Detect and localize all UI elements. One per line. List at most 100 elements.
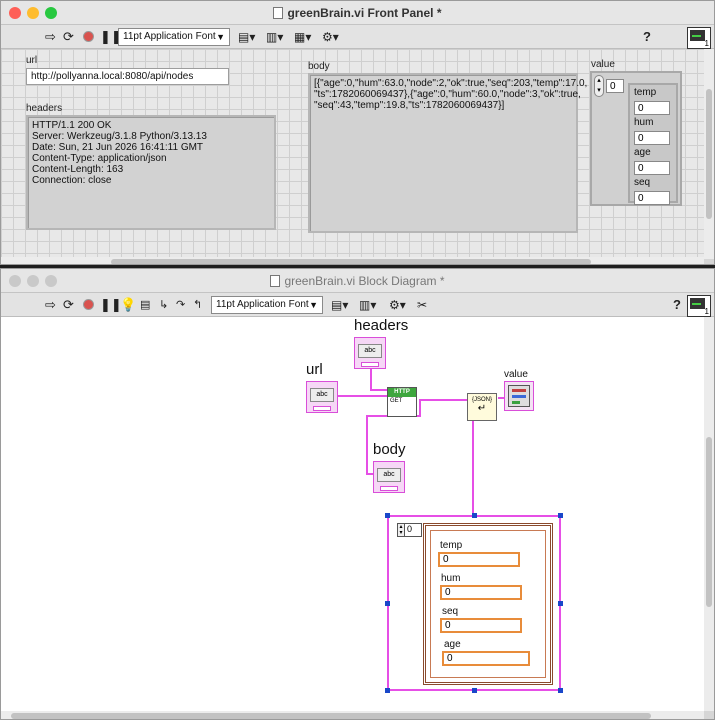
json-to-loop-wire[interactable]	[472, 419, 474, 513]
cleanup-icon[interactable]: ✂	[417, 297, 427, 313]
run-arrow-icon[interactable]: ⇨	[45, 29, 56, 45]
block-diagram-titlebar[interactable]: greenBrain.vi Block Diagram *	[1, 269, 714, 293]
distribute-icon[interactable]: ▥▾	[266, 29, 283, 45]
headers-indicator[interactable]: HTTP/1.1 200 OK Server: Werkzeug/3.1.8 P…	[26, 115, 276, 230]
http-node-header: HTTP	[388, 388, 416, 397]
front-panel-window: greenBrain.vi Front Panel * ⇨ ⟳ ❚❚ 11pt …	[0, 0, 715, 265]
json-arrow-icon: ↵	[477, 403, 487, 414]
scroll-thumb[interactable]	[111, 259, 591, 264]
body-indicator[interactable]: [{"age":0,"hum":63.0,"node":2,"ok":true,…	[308, 73, 588, 233]
reorder-icon[interactable]: ⚙▾	[322, 29, 339, 45]
url-terminal[interactable]: abc	[306, 381, 338, 413]
body-line: "ts":1782060069437},{"age":0,"hum":60.0,…	[314, 89, 581, 100]
cluster-hum-field[interactable]: 0	[440, 585, 522, 600]
array-index-display[interactable]: 0	[404, 523, 422, 537]
value-array[interactable]: ▴ ▾ 0 temp 0 hum 0 age 0 seq 0	[590, 71, 682, 206]
url-terminal-label: url	[306, 361, 323, 378]
resize-icon[interactable]: ▦▾	[294, 29, 311, 45]
cluster-seq-field[interactable]: 0	[440, 618, 522, 633]
scroll-thumb[interactable]	[706, 437, 712, 607]
abort-icon[interactable]	[83, 299, 94, 310]
resize-handle[interactable]	[472, 513, 477, 518]
headers-line: Connection: close	[32, 175, 112, 186]
http-get-node[interactable]: HTTP GET	[387, 387, 417, 417]
array-index-input[interactable]: 0	[606, 79, 624, 93]
distribute-icon[interactable]: ▥▾	[359, 297, 376, 313]
highlight-bulb-icon[interactable]: 💡	[120, 297, 136, 313]
align-icon[interactable]: ▤▾	[238, 29, 255, 45]
window-title: greenBrain.vi Front Panel *	[1, 6, 714, 20]
headers-wire[interactable]	[370, 369, 372, 391]
url-input[interactable]: http://pollyanna.local:8080/api/nodes	[26, 68, 229, 85]
terminal-type-label: abc	[310, 388, 334, 402]
headers-terminal[interactable]: abc	[354, 337, 386, 369]
vi-icon[interactable]: 1	[687, 27, 711, 49]
cluster-temp-field[interactable]: 0	[438, 552, 520, 567]
font-select[interactable]: 11pt Application Font ▼	[211, 296, 323, 314]
block-diagram-vscroll[interactable]	[704, 317, 714, 711]
cluster-constant[interactable]: temp 0 hum 0 seq 0 age 0	[423, 523, 553, 685]
value-terminal[interactable]	[504, 381, 534, 411]
terminal-type-label: abc	[358, 344, 382, 358]
help-icon[interactable]: ?	[673, 297, 681, 313]
url-wire[interactable]	[337, 395, 387, 397]
body-line: [{"age":0,"hum":63.0,"node":2,"ok":true,…	[314, 78, 588, 89]
front-panel-titlebar[interactable]: greenBrain.vi Front Panel *	[1, 1, 714, 25]
document-icon	[270, 275, 281, 287]
cluster-temp-value: 0	[634, 101, 670, 115]
body-wire[interactable]	[366, 415, 368, 475]
resize-handle[interactable]	[558, 601, 563, 606]
resize-handle[interactable]	[385, 601, 390, 606]
resize-handle[interactable]	[558, 688, 563, 693]
run-continuous-icon[interactable]: ⟳	[63, 29, 74, 45]
cluster-hum-value: 0	[634, 131, 670, 145]
retain-wire-icon[interactable]: ▤	[140, 297, 150, 313]
cluster-temp-label: temp	[634, 87, 657, 98]
json-parse-node[interactable]: {JSON} ↵	[467, 393, 497, 421]
cluster-hum-label: hum	[441, 573, 461, 584]
run-arrow-icon[interactable]: ⇨	[45, 297, 56, 313]
block-diagram-toolbar: ⇨ ⟳ ❚❚ 💡 ▤ ↳ ↷ ↰ 11pt Application Font ▼ …	[1, 293, 714, 317]
help-icon[interactable]: ?	[643, 29, 651, 45]
block-diagram-hscroll[interactable]	[1, 711, 704, 719]
vi-icon-number: 1	[704, 307, 709, 316]
url-label: url	[26, 55, 38, 66]
headers-line: HTTP/1.1 200 OK	[32, 120, 112, 131]
pause-icon[interactable]: ❚❚	[100, 297, 122, 313]
reorder-icon[interactable]: ⚙▾	[389, 297, 406, 313]
chevron-down-icon: ▼	[216, 32, 225, 42]
headers-line: Content-Type: application/json	[32, 153, 167, 164]
index-stepper-icon[interactable]: ▴ ▾	[594, 75, 604, 97]
step-over-icon[interactable]: ↷	[176, 297, 185, 313]
cluster-seq-label: seq	[442, 606, 459, 617]
chevron-down-icon: ▼	[309, 300, 318, 310]
step-into-icon[interactable]: ↳	[159, 297, 168, 313]
scroll-thumb[interactable]	[706, 89, 712, 219]
resize-handle[interactable]	[385, 513, 390, 518]
font-select-label: 11pt Application Font	[123, 31, 216, 42]
window-title-text: greenBrain.vi Front Panel *	[287, 6, 442, 20]
resize-handle[interactable]	[385, 688, 390, 693]
abort-icon[interactable]	[83, 31, 94, 42]
front-panel-hscroll[interactable]	[1, 257, 704, 264]
run-continuous-icon[interactable]: ⟳	[63, 297, 74, 313]
cluster-age-value: 0	[634, 161, 670, 175]
resize-handle[interactable]	[472, 688, 477, 693]
font-select[interactable]: 11pt Application Font ▼	[118, 28, 230, 46]
align-icon[interactable]: ▤▾	[331, 297, 348, 313]
cluster-seq-label: seq	[634, 177, 651, 188]
resize-handle[interactable]	[558, 513, 563, 518]
cluster-age-field[interactable]: 0	[442, 651, 530, 666]
front-panel-vscroll[interactable]	[704, 49, 714, 259]
headers-line: Server: Werkzeug/3.1.8 Python/3.13.13	[32, 131, 207, 142]
step-out-icon[interactable]: ↰	[193, 297, 202, 313]
body-wire[interactable]	[419, 399, 467, 401]
cluster-seq-value: 0	[634, 191, 670, 205]
front-panel-canvas[interactable]: url http://pollyanna.local:8080/api/node…	[1, 49, 704, 259]
vi-icon[interactable]: 1	[687, 295, 711, 317]
block-diagram-canvas[interactable]: headers url body value abc abc abc HTTP	[1, 317, 704, 711]
front-panel-toolbar: ⇨ ⟳ ❚❚ 11pt Application Font ▼ ▤▾ ▥▾ ▦▾ ⚙…	[1, 25, 714, 49]
body-terminal[interactable]: abc	[373, 461, 405, 493]
scroll-thumb[interactable]	[11, 713, 651, 719]
headers-line: Content-Length: 163	[32, 164, 124, 175]
